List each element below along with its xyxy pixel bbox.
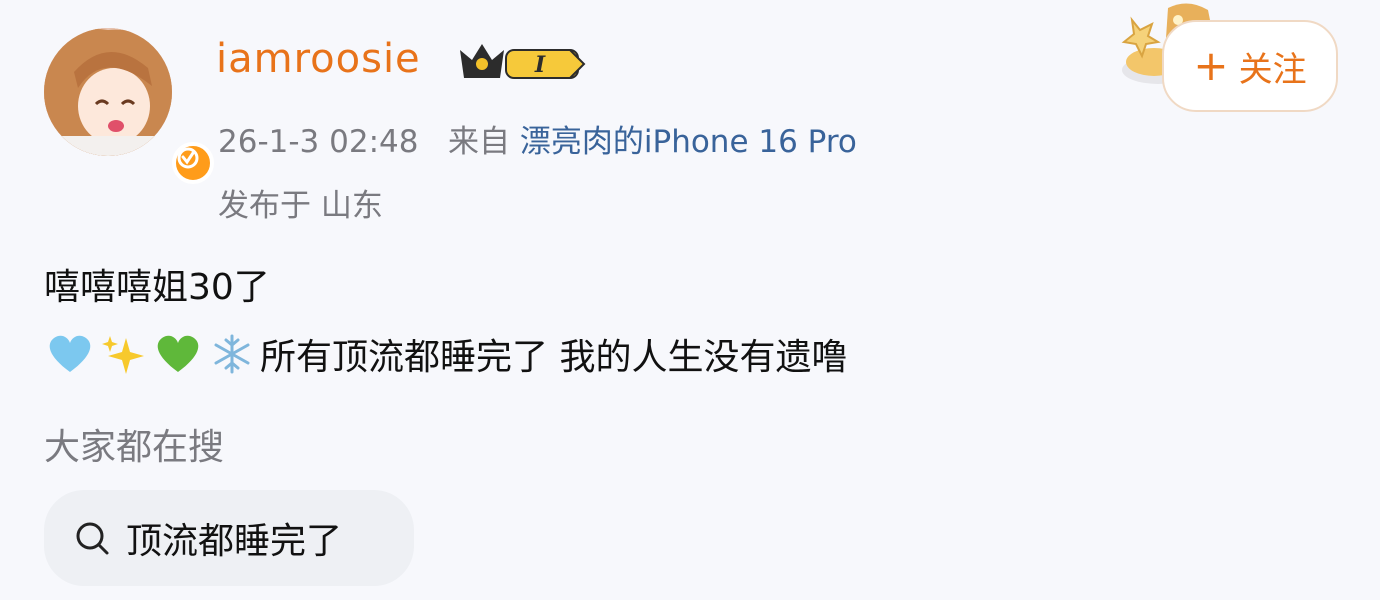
search-icon <box>76 522 109 555</box>
post-text-line1: 嘻嘻嘻姐30了 <box>44 267 270 308</box>
verified-icon <box>172 142 214 184</box>
snowflake-icon <box>214 334 250 374</box>
post-location: 发布于 山东 <box>218 188 383 224</box>
light-blue-heart-icon <box>49 335 91 372</box>
search-suggestion-chip[interactable]: 顶流都睡完了 <box>44 490 414 586</box>
from-label: 来自 <box>448 124 511 160</box>
follow-button[interactable]: + 关注 <box>1162 20 1338 112</box>
badge-level: I <box>534 52 546 78</box>
avatar-image <box>44 28 172 156</box>
vip-crown-badge[interactable]: I <box>456 40 588 84</box>
post-time: 26-1-3 02:48 <box>218 124 419 160</box>
avatar[interactable] <box>44 28 214 184</box>
trending-search-title: 大家都在搜 <box>44 427 225 468</box>
green-heart-icon <box>157 335 199 372</box>
username[interactable]: iamroosie <box>216 36 421 82</box>
follow-label: 关注 <box>1238 49 1307 90</box>
sparkles-icon <box>102 336 144 374</box>
post-meta: 26-1-3 02:48 来自 漂亮肉的iPhone 16 Pro <box>218 116 857 161</box>
post-text-line2-text: 所有顶流都睡完了 我的人生没有遗噜 <box>260 337 848 378</box>
post-text-line2: 所有顶流都睡完了 我的人生没有遗噜 <box>44 328 847 380</box>
device-link[interactable]: 漂亮肉的iPhone 16 Pro <box>520 124 857 160</box>
plus-icon: + <box>1193 41 1229 90</box>
search-suggestion-label: 顶流都睡完了 <box>126 521 343 562</box>
